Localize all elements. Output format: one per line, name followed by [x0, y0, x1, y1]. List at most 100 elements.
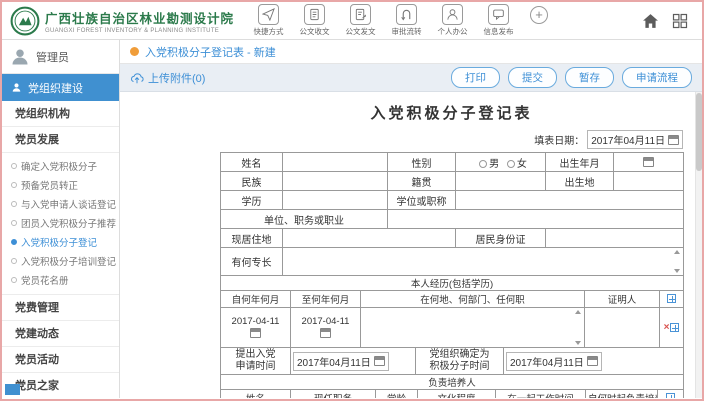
specialty-textarea[interactable]: [283, 248, 684, 276]
apply-time-value: 2017年04月11日: [297, 354, 371, 369]
shortcut-icon: [258, 4, 279, 25]
add-cultivator-row-cell: [658, 390, 684, 399]
label-education: 学历: [221, 191, 283, 210]
experience-witness-input[interactable]: [585, 308, 660, 348]
calendar-icon[interactable]: [668, 135, 679, 145]
name-input[interactable]: [283, 153, 388, 172]
save-draft-button[interactable]: 暂存: [565, 67, 614, 88]
education-input[interactable]: [283, 191, 388, 210]
residence-input[interactable]: [283, 229, 456, 248]
home-icon[interactable]: [642, 13, 659, 29]
institute-logo-icon: [10, 6, 40, 36]
add-row-icon[interactable]: [666, 393, 675, 398]
sidebar-subitem-applicant-interview[interactable]: 与入党申请人谈话登记: [2, 194, 119, 213]
bullet-icon: [11, 220, 17, 226]
sidebar-item-party-org-structure[interactable]: 党组织机构: [2, 101, 119, 127]
header-right: [642, 13, 688, 29]
birthplace-input[interactable]: [614, 172, 684, 191]
apps-grid-icon[interactable]: [672, 13, 688, 29]
sidebar: 管理员 党组织建设 党组织机构 党员发展 确定入党积极分子: [2, 40, 120, 398]
ethnicity-input[interactable]: [283, 172, 388, 191]
calendar-icon[interactable]: [587, 356, 598, 366]
doc-receive-icon: [304, 4, 325, 25]
label-native-place: 籍贯: [388, 172, 456, 191]
add-tool-button[interactable]: +: [530, 6, 548, 24]
toolbar-label: 审批流转: [388, 26, 425, 37]
user-avatar-icon: [10, 47, 30, 67]
sidebar-subitem-member-roster[interactable]: 党员花名册: [2, 270, 119, 289]
female-radio[interactable]: [507, 160, 515, 168]
unit-input[interactable]: [388, 210, 684, 229]
form-actions: 打印 提交 暂存 申请流程: [451, 67, 692, 88]
bullet-icon: [11, 258, 17, 264]
app-header: 广西壮族自治区林业勘测设计院 GUANGXI FOREST INVENTORY …: [2, 2, 702, 40]
toolbar-info-publish[interactable]: 信息发布: [480, 4, 517, 37]
arrow-down-icon[interactable]: [674, 269, 680, 273]
scrollbar-thumb[interactable]: [696, 93, 702, 171]
arrow-up-icon[interactable]: [575, 310, 581, 314]
calendar-icon[interactable]: [374, 356, 385, 366]
arrow-up-icon[interactable]: [674, 250, 680, 254]
vertical-scrollbar[interactable]: [695, 92, 702, 398]
toolbar-approval-flow[interactable]: 审批流转: [388, 4, 425, 37]
calendar-icon[interactable]: [320, 328, 331, 338]
upload-attachment-button[interactable]: 上传附件(0): [130, 70, 205, 86]
experience-from-value: 2017-04-11: [232, 317, 280, 327]
org-name-en: GUANGXI FOREST INVENTORY & PLANNING INST…: [45, 28, 234, 34]
sidebar-subitem-probation-confirmation[interactable]: 预备党员转正: [2, 175, 119, 194]
print-button[interactable]: 打印: [451, 67, 500, 88]
sidebar-item-party-news[interactable]: 党建动态: [2, 321, 119, 347]
sidebar-subitem-label: 与入党申请人谈话登记: [21, 197, 116, 211]
toolbar-personal-office[interactable]: 个人办公: [434, 4, 471, 37]
sidebar-subitem-league-recommendation[interactable]: 团员入党积极分子推荐: [2, 213, 119, 232]
birth-date-input[interactable]: [614, 153, 684, 172]
toolbar-shortcut[interactable]: 快捷方式: [250, 4, 287, 37]
sidebar-item-member-development[interactable]: 党员发展: [2, 127, 119, 153]
apply-flow-button[interactable]: 申请流程: [622, 67, 692, 88]
experience-where-textarea[interactable]: [361, 308, 585, 348]
fill-date-row: 填表日期： 2017年04月11日: [220, 130, 683, 149]
approval-flow-icon: [396, 4, 417, 25]
id-card-input[interactable]: [546, 229, 684, 248]
add-row-icon[interactable]: [670, 323, 679, 332]
sidebar-subitem-activist-training[interactable]: 入党积极分子培训登记: [2, 251, 119, 270]
degree-input[interactable]: [456, 191, 684, 210]
sidebar-subitem-determine-activists[interactable]: 确定入党积极分子: [2, 156, 119, 175]
breadcrumb: 入党积极分子登记表 - 新建: [120, 40, 702, 64]
male-radio[interactable]: [479, 160, 487, 168]
sidebar-subitem-label: 确定入党积极分子: [21, 159, 97, 173]
col-witness: 证明人: [585, 291, 660, 308]
experience-row-ops: ×: [660, 308, 684, 348]
add-row-icon[interactable]: [667, 294, 676, 303]
toolbar-doc-receive[interactable]: 公文收文: [296, 4, 333, 37]
sidebar-subitem-activist-registration[interactable]: 入党积极分子登记: [2, 232, 119, 251]
label-birth-date: 出生年月: [546, 153, 614, 172]
submit-button[interactable]: 提交: [508, 67, 557, 88]
label-id-card: 居民身份证: [456, 229, 546, 248]
sidebar-item-member-activities[interactable]: 党员活动: [2, 347, 119, 373]
sidebar-item-party-fees[interactable]: 党费管理: [2, 295, 119, 321]
sidebar-item-label: 党费管理: [15, 302, 59, 314]
calendar-icon[interactable]: [250, 328, 261, 338]
sidebar-item-party-org-building[interactable]: 党组织建设: [2, 74, 119, 101]
user-profile[interactable]: 管理员: [2, 40, 119, 74]
calendar-icon[interactable]: [643, 157, 654, 167]
col-party-age: 党龄: [376, 390, 418, 399]
sidebar-subitem-label: 预备党员转正: [21, 178, 78, 192]
party-building-icon: [11, 82, 22, 93]
apply-time-input[interactable]: 2017年04月11日: [291, 348, 416, 375]
native-place-input[interactable]: [456, 172, 546, 191]
toolbar-doc-send[interactable]: 公文发文: [342, 4, 379, 37]
confirm-time-input[interactable]: 2017年04月11日: [504, 348, 684, 375]
doc-send-icon: [350, 4, 371, 25]
arrow-down-icon[interactable]: [575, 341, 581, 345]
sidebar-item-label: 党员发展: [15, 134, 59, 146]
delete-row-icon[interactable]: ×: [664, 322, 670, 333]
fill-date-input[interactable]: 2017年04月11日: [587, 130, 683, 149]
confirm-time-value: 2017年04月11日: [510, 354, 584, 369]
action-bar: 上传附件(0) 打印 提交 暂存 申请流程: [120, 64, 702, 92]
experience-to-input[interactable]: 2017-04-11: [291, 308, 361, 348]
experience-from-input[interactable]: 2017-04-11: [221, 308, 291, 348]
bullet-icon: [11, 182, 17, 188]
label-specialty: 有何专长: [221, 248, 283, 276]
